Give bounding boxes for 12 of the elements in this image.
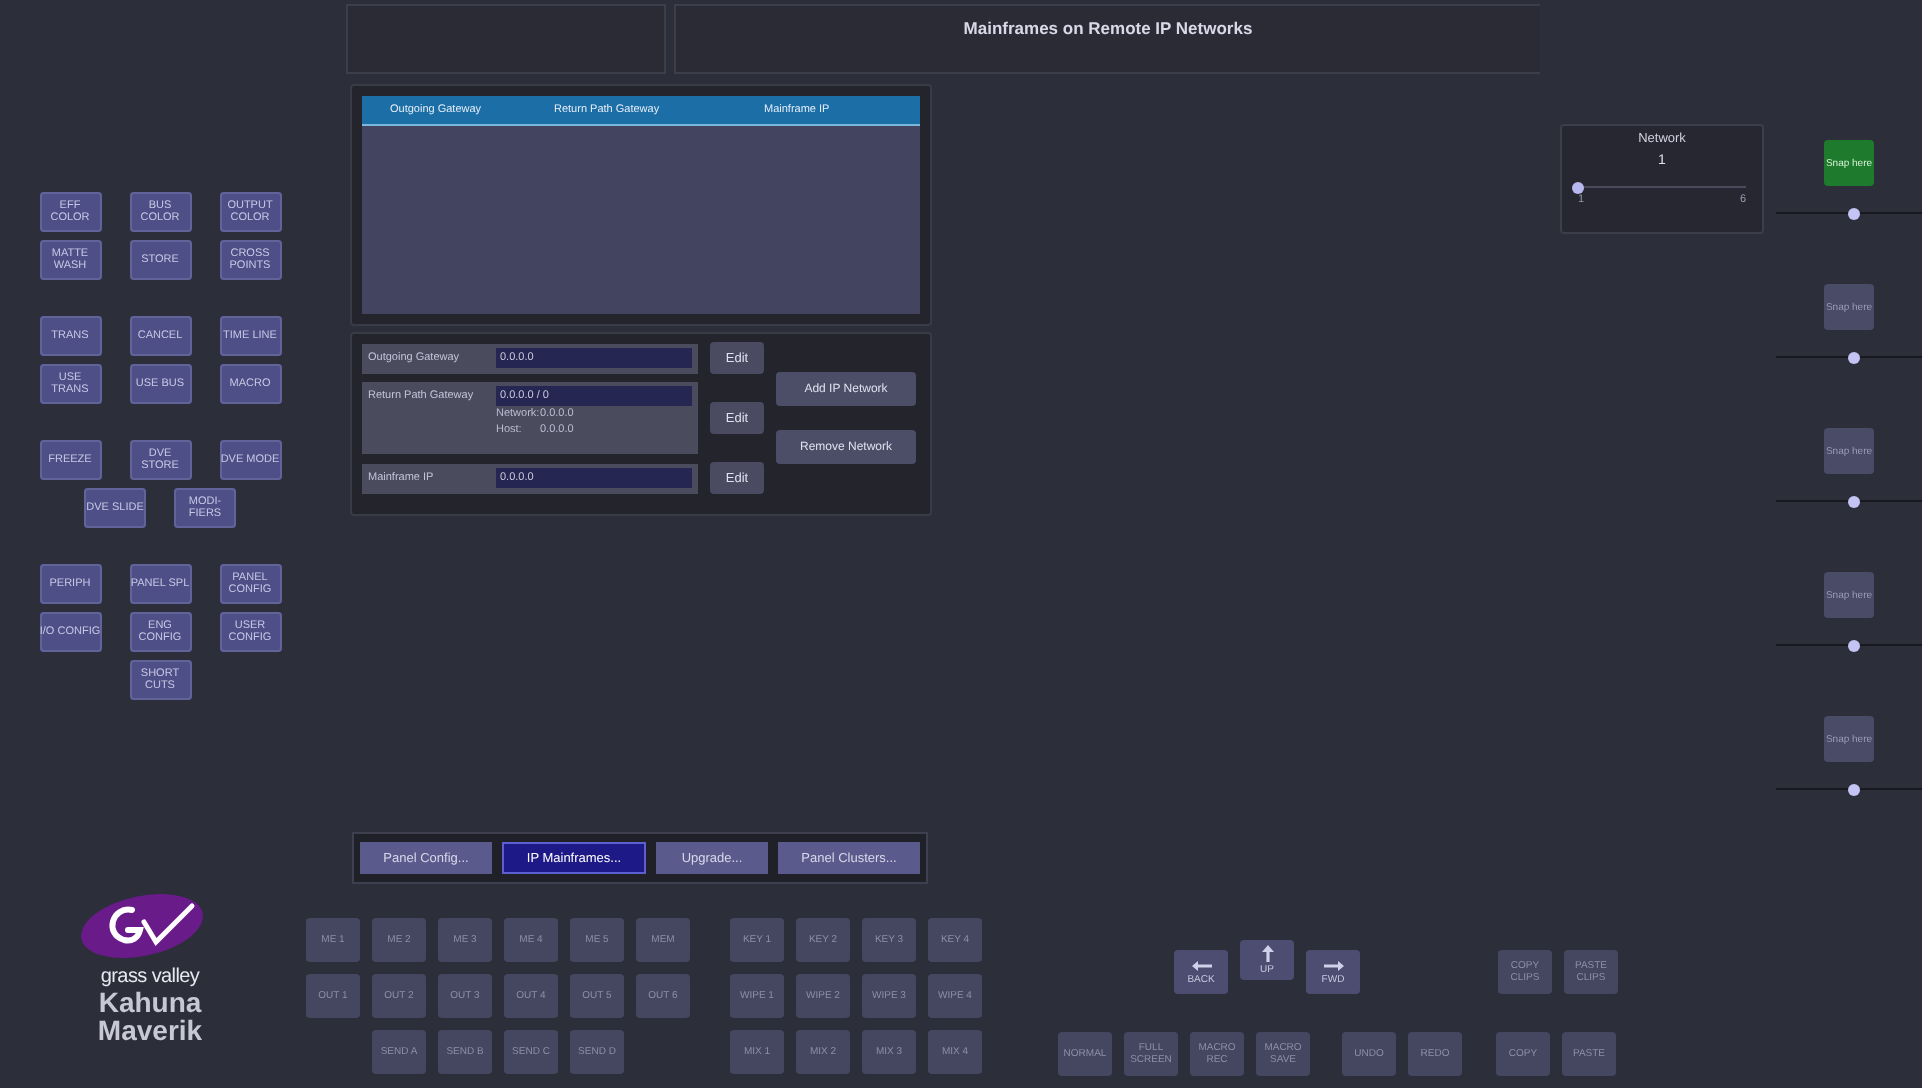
arrow-icon — [1319, 958, 1347, 974]
product-name: Kahuna — [98, 988, 202, 1016]
slider-thumb[interactable] — [1847, 351, 1860, 363]
slider-thumb[interactable] — [1572, 181, 1584, 193]
arrow-icon — [1187, 958, 1215, 974]
page-title: Mainframes on Remote IP Networks — [963, 18, 1253, 40]
slider-thumb[interactable] — [1847, 783, 1860, 795]
slider-thumb[interactable] — [1847, 495, 1860, 507]
slider-thumb[interactable] — [1847, 207, 1860, 219]
product-name: Maverik — [97, 1016, 203, 1044]
brand-name: grass valley — [100, 966, 200, 988]
slider-thumb[interactable] — [1847, 639, 1860, 651]
